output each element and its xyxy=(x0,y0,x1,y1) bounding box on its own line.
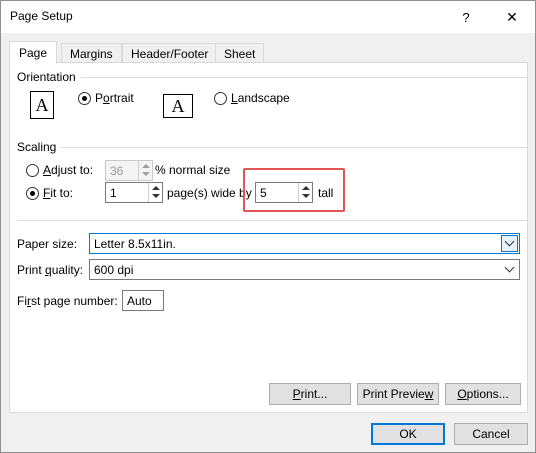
close-icon: ✕ xyxy=(506,8,518,25)
orientation-heading: Orientation xyxy=(17,70,76,84)
chevron-down-icon xyxy=(504,262,515,273)
tab-margins[interactable]: Margins xyxy=(61,43,122,63)
tab-label: Header/Footer xyxy=(131,46,209,61)
portrait-label[interactable]: Portrait xyxy=(95,91,134,105)
spin-up-icon xyxy=(152,186,160,190)
adjust-to-radio[interactable] xyxy=(26,164,39,177)
paper-size-select[interactable]: Letter 8.5x11in. xyxy=(89,233,520,254)
portrait-radio[interactable] xyxy=(78,92,91,105)
fit-to-label[interactable]: Fit to: xyxy=(43,186,73,200)
spinner-value: 1 xyxy=(110,186,117,200)
scaling-heading: Scaling xyxy=(17,140,57,154)
print-quality-select[interactable]: 600 dpi xyxy=(89,259,520,280)
percent-normal-size-label: % normal size xyxy=(155,163,231,177)
tab-header-footer[interactable]: Header/Footer xyxy=(122,43,218,63)
page-setup-dialog: Page Setup ? ✕ Page Margins Header/Foote… xyxy=(0,0,536,453)
scaling-bottom-divider xyxy=(17,220,527,221)
select-value: Letter 8.5x11in. xyxy=(94,237,176,251)
icon-glyph: A xyxy=(35,94,49,115)
spinner-arrows[interactable] xyxy=(138,161,152,180)
portrait-page-icon: A xyxy=(30,91,54,119)
tab-label: Margins xyxy=(70,46,113,61)
spinner-arrows[interactable] xyxy=(148,183,162,202)
spin-down-icon xyxy=(152,194,160,198)
fit-to-radio[interactable] xyxy=(26,187,39,200)
adjust-to-label[interactable]: Adjust to: xyxy=(43,163,93,177)
tab-sheet[interactable]: Sheet xyxy=(215,43,265,63)
pages-wide-spinner[interactable]: 1 xyxy=(105,182,163,203)
scaling-divider xyxy=(61,147,527,148)
help-button[interactable]: ? xyxy=(443,1,489,33)
print-quality-dropdown-button[interactable] xyxy=(501,261,518,278)
adjust-percent-spinner[interactable]: 36 xyxy=(105,160,153,181)
spin-up-icon xyxy=(142,164,150,168)
landscape-page-icon: A xyxy=(163,94,193,118)
orientation-divider xyxy=(81,77,527,78)
print-quality-label: Print quality: xyxy=(17,263,84,277)
print-button[interactable]: Print... xyxy=(269,383,351,405)
print-preview-button[interactable]: Print Previe w xyxy=(357,383,439,405)
pages-wide-by-label: page(s) wide by xyxy=(167,186,252,200)
landscape-radio[interactable] xyxy=(214,92,227,105)
tab-label: Page xyxy=(18,46,48,60)
icon-glyph: A xyxy=(171,95,185,116)
first-page-number-input[interactable]: Auto xyxy=(122,290,164,311)
landscape-label[interactable]: Landscape xyxy=(231,91,290,105)
tab-page[interactable]: Page xyxy=(9,41,57,64)
tab-label: Sheet xyxy=(224,46,256,61)
help-icon: ? xyxy=(462,9,470,25)
window-title: Page Setup xyxy=(10,9,73,23)
select-value: 600 dpi xyxy=(94,263,134,277)
cancel-button[interactable]: Cancel xyxy=(454,423,528,445)
ok-button[interactable]: OK xyxy=(371,423,445,445)
paper-size-label: Paper size: xyxy=(17,237,78,251)
title-bar: Page Setup ? ✕ xyxy=(1,1,535,33)
options-button[interactable]: Options... xyxy=(445,383,521,405)
close-button[interactable]: ✕ xyxy=(489,1,535,33)
paper-size-dropdown-button[interactable] xyxy=(501,235,518,252)
annotation-highlight-box xyxy=(243,168,345,212)
first-page-number-label: First page number: xyxy=(17,294,118,308)
spin-down-icon xyxy=(142,172,150,176)
chevron-down-icon xyxy=(504,236,515,247)
spinner-value: 36 xyxy=(110,164,124,178)
input-value: Auto xyxy=(127,294,152,308)
